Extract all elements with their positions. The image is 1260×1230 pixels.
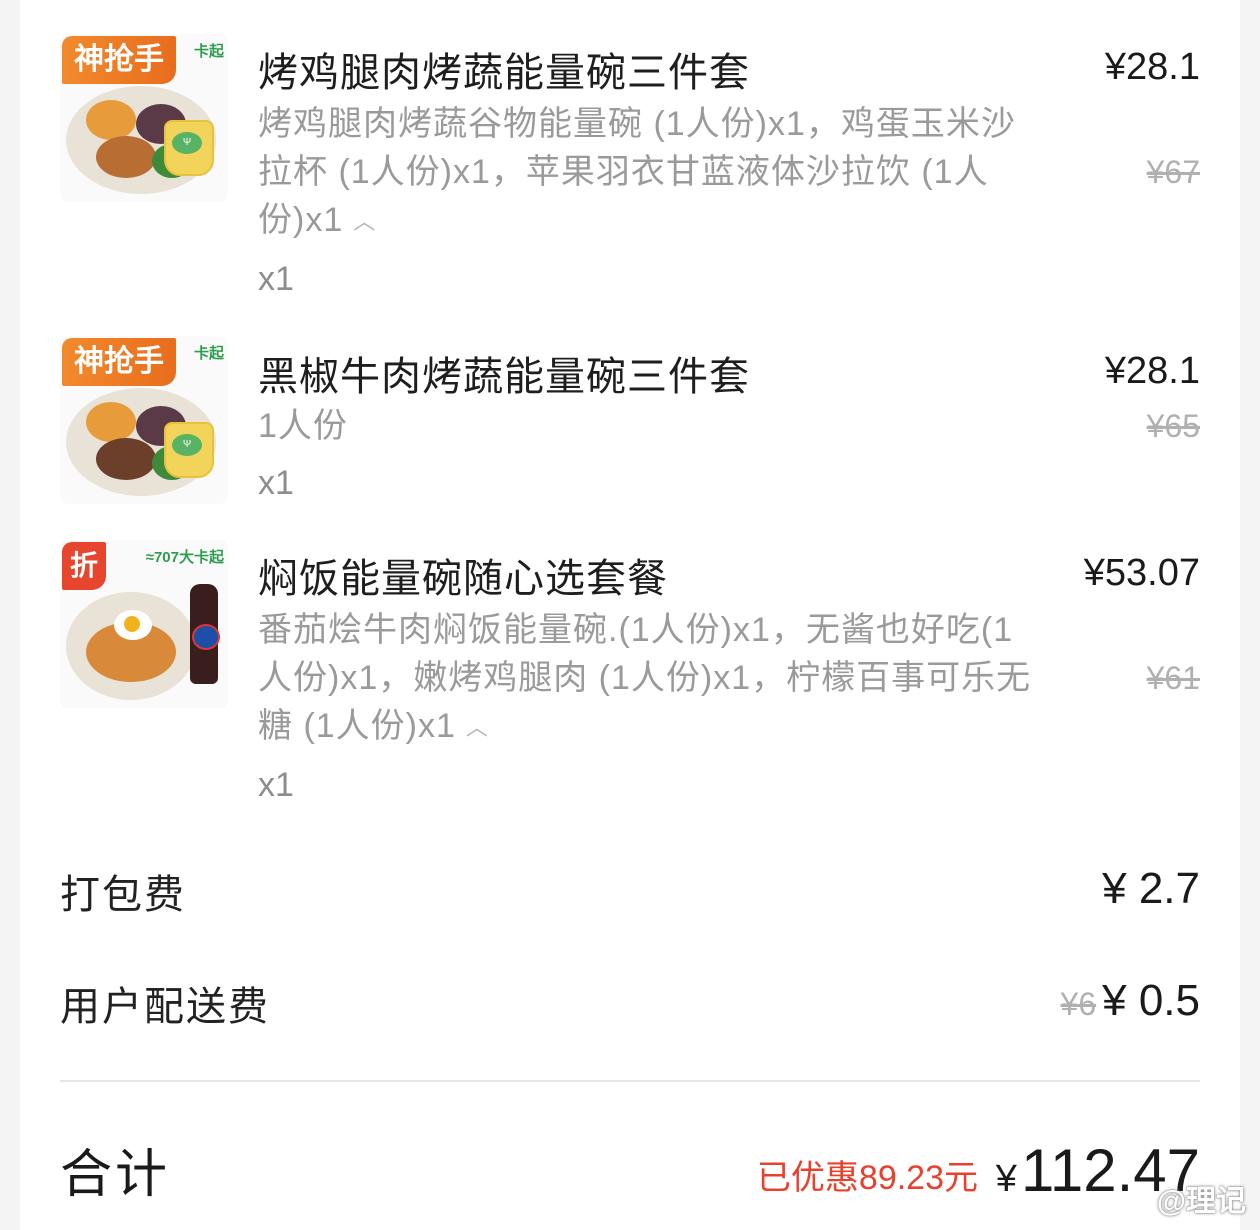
item-original-price: ¥61 — [1146, 660, 1200, 696]
delivery-fee-current: ¥ 0.5 — [1102, 976, 1200, 1025]
item-description: 番茄烩牛肉焖饭能量碗.(1人份)x1，无酱也好吃(1人份)x1，嫩烤鸡腿肉 (1… — [258, 606, 1048, 752]
item-title: 烤鸡腿肉烤蔬能量碗三件套 — [258, 51, 750, 95]
divider — [60, 1080, 1200, 1082]
product-image[interactable]: Ψ 神抢手 卡起 — [60, 336, 228, 504]
item-original-price: ¥67 — [1146, 154, 1200, 190]
item-price: ¥28.1 — [1104, 350, 1200, 392]
packing-fee-label: 打包费 — [60, 873, 186, 917]
item-description: 烤鸡腿肉烤蔬谷物能量碗 (1人份)x1，鸡蛋玉米沙拉杯 (1人份)x1，苹果羽衣… — [258, 100, 1048, 246]
total-label: 合计 — [60, 1146, 171, 1204]
drink-cup-illustration: Ψ — [164, 422, 214, 478]
item-price: ¥28.1 — [1104, 46, 1200, 88]
chevron-up-icon[interactable]: ︿ — [353, 198, 376, 246]
item-description: 1人份 — [258, 407, 348, 445]
kcal-tag: 卡起 — [193, 345, 224, 362]
product-image[interactable]: Ψ 神抢手 卡起 — [60, 34, 228, 202]
order-detail-card: Ψ 神抢手 卡起 烤鸡腿肉烤蔬能量碗三件套 烤鸡腿肉烤蔬谷物能量碗 (1人份)x… — [20, 0, 1240, 1230]
food-bowl-illustration — [66, 592, 196, 700]
watermark: @理记 — [1156, 1185, 1246, 1218]
item-quantity: x1 — [258, 464, 294, 502]
delivery-fee-original: ¥6 — [1060, 986, 1097, 1022]
item-quantity: x1 — [258, 766, 294, 804]
promo-badge: 神抢手 — [62, 36, 176, 84]
item-quantity: x1 — [258, 260, 294, 298]
item-title: 黑椒牛肉烤蔬能量碗三件套 — [258, 355, 750, 399]
item-original-price: ¥65 — [1146, 408, 1200, 444]
chevron-up-icon[interactable]: ︿ — [466, 704, 489, 752]
delivery-fee-value: ¥6 ¥ 0.5 — [1061, 976, 1200, 1026]
item-price: ¥53.07 — [1083, 552, 1200, 594]
currency-symbol: ¥ — [995, 1158, 1017, 1200]
product-image[interactable]: 折 ≈707大卡起 — [60, 540, 228, 708]
discount-saved-text: 已优惠89.23元 — [756, 1159, 978, 1197]
cola-bottle-illustration — [190, 584, 220, 684]
delivery-fee-label: 用户配送费 — [60, 985, 270, 1029]
kcal-tag: ≈707大卡起 — [145, 549, 224, 566]
packing-fee-value: ¥ 2.7 — [1102, 864, 1200, 913]
drink-cup-illustration: Ψ — [164, 120, 214, 176]
item-title: 焖饭能量碗随心选套餐 — [258, 557, 668, 601]
discount-badge: 折 — [62, 542, 106, 590]
kcal-tag: 卡起 — [193, 43, 224, 60]
promo-badge: 神抢手 — [62, 338, 176, 386]
